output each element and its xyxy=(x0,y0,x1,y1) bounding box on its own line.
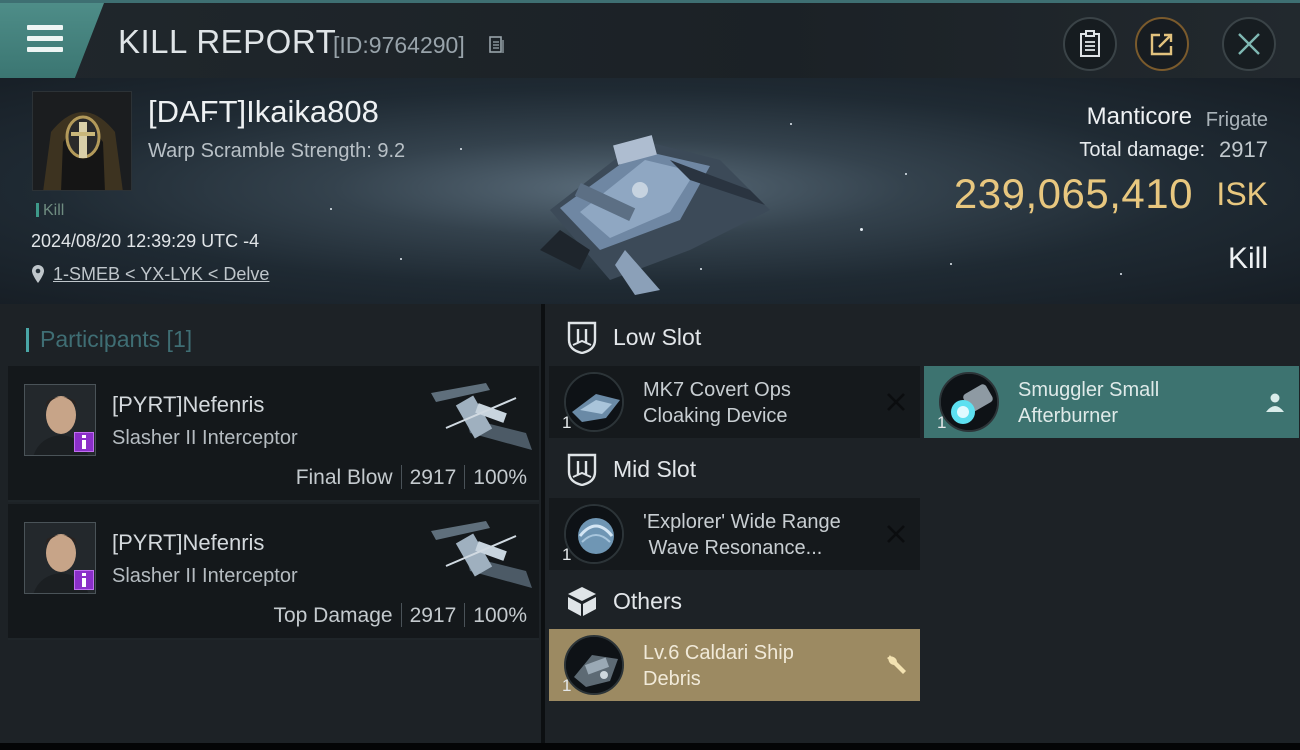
module-quantity: 1 xyxy=(562,676,572,695)
clipboard-icon xyxy=(1080,30,1100,57)
module-icon xyxy=(564,504,624,564)
location-link[interactable]: 1-SMEB < YX-LYK < Delve xyxy=(53,264,269,285)
module-quantity: 1 xyxy=(562,545,572,564)
module-icon xyxy=(564,372,624,432)
page-title: KILL REPORT xyxy=(118,23,337,60)
kill-datetime: 2024/08/20 12:39:29 UTC -4 xyxy=(31,231,260,251)
participant-percent: 100% xyxy=(473,604,527,627)
copy-icon[interactable] xyxy=(489,36,505,54)
victim-name: [DAFT]Ikaika808 xyxy=(148,94,379,129)
participant-name: [PYRT]Nefenris xyxy=(112,392,265,417)
destroyed-x-icon xyxy=(887,525,905,543)
participant-stats: Top Damage 2917 100% xyxy=(273,603,527,628)
participants-panel: Participants [1] [PYRT]Nefenris Slasher … xyxy=(0,304,541,746)
module-icon xyxy=(939,372,999,432)
module-item[interactable]: 1 Smuggler Small Afterburner xyxy=(924,366,1299,438)
participant-ship: Slasher II Interceptor xyxy=(112,427,298,449)
close-icon xyxy=(1238,33,1260,55)
mid-slot-header: Mid Slot xyxy=(545,438,925,500)
participant-role: Top Damage xyxy=(273,604,393,627)
victim-ship-image xyxy=(540,135,770,295)
low-slot-header: Low Slot xyxy=(545,306,925,368)
shield-slot-icon xyxy=(567,321,597,354)
participant-row[interactable]: [PYRT]Nefenris Slasher II Interceptor Fi… xyxy=(8,366,539,502)
module-name: MK7 Covert Ops Cloaking Device xyxy=(643,379,791,427)
participant-ship: Slasher II Interceptor xyxy=(112,565,298,587)
pin-icon xyxy=(32,265,44,283)
module-item[interactable]: 1 Lv.6 Caldari Ship Debris xyxy=(549,629,920,701)
module-name: Lv.6 Caldari Ship Debris xyxy=(643,642,794,690)
bottom-edge xyxy=(0,743,1300,750)
module-quantity: 1 xyxy=(937,413,947,432)
share-icon xyxy=(1150,33,1173,56)
share-button[interactable] xyxy=(1135,17,1189,71)
total-damage-value: 2917 xyxy=(1219,137,1268,162)
total-damage-label: Total damage: xyxy=(1079,139,1205,161)
victim-banner: [DAFT]Ikaika808 Warp Scramble Strength: … xyxy=(0,78,1300,304)
participant-row[interactable]: [PYRT]Nefenris Slasher II Interceptor To… xyxy=(8,504,539,640)
faction-badge xyxy=(74,570,94,590)
participant-role: Final Blow xyxy=(295,466,393,489)
kill-type: Kill xyxy=(1227,242,1268,275)
isk-unit: ISK xyxy=(1216,176,1268,212)
faction-badge xyxy=(74,432,94,452)
close-button[interactable] xyxy=(1222,17,1276,71)
person-icon xyxy=(1266,393,1284,412)
avatar xyxy=(33,92,131,190)
shield-slot-icon xyxy=(567,453,597,486)
module-name: Smuggler Small Afterburner xyxy=(1018,379,1160,427)
participant-ship-image xyxy=(431,521,532,588)
participant-damage: 2917 xyxy=(409,466,457,489)
victim-portrait[interactable] xyxy=(32,91,132,191)
fitting-panel: Low Slot 1 MK7 Covert Ops Cloaking Devic… xyxy=(541,304,1300,746)
menu-button[interactable] xyxy=(0,3,104,78)
module-name: 'Explorer' Wide Range Wave Resonance... xyxy=(643,511,841,559)
warp-scramble-strength: Warp Scramble Strength: 9.2 xyxy=(148,140,406,162)
menu-icon xyxy=(27,25,63,30)
destroyed-x-icon xyxy=(887,393,905,411)
module-item[interactable]: 1 MK7 Covert Ops Cloaking Device xyxy=(549,366,920,438)
participants-title: Participants [1] xyxy=(26,326,192,353)
wrench-icon[interactable] xyxy=(884,653,908,677)
module-item[interactable]: 1 'Explorer' Wide Range Wave Resonance..… xyxy=(549,498,920,570)
cube-icon xyxy=(568,587,596,616)
header-bar: KILL REPORT [ID:9764290] xyxy=(0,0,1300,78)
participant-damage: 2917 xyxy=(409,604,457,627)
clipboard-button[interactable] xyxy=(1063,17,1117,71)
isk-value: 239,065,410 xyxy=(953,170,1193,217)
participant-percent: 100% xyxy=(473,466,527,489)
kill-tag: Kill xyxy=(36,202,64,220)
module-quantity: 1 xyxy=(562,413,572,432)
others-header: Others xyxy=(545,570,925,632)
victim-ship-name: Manticore xyxy=(1086,103,1192,130)
report-id: [ID:9764290] xyxy=(333,32,465,58)
participant-stats: Final Blow 2917 100% xyxy=(296,465,527,490)
victim-ship-class: Frigate xyxy=(1205,109,1268,131)
participant-name: [PYRT]Nefenris xyxy=(112,530,265,555)
participant-ship-image xyxy=(431,383,532,450)
module-icon xyxy=(564,635,624,695)
